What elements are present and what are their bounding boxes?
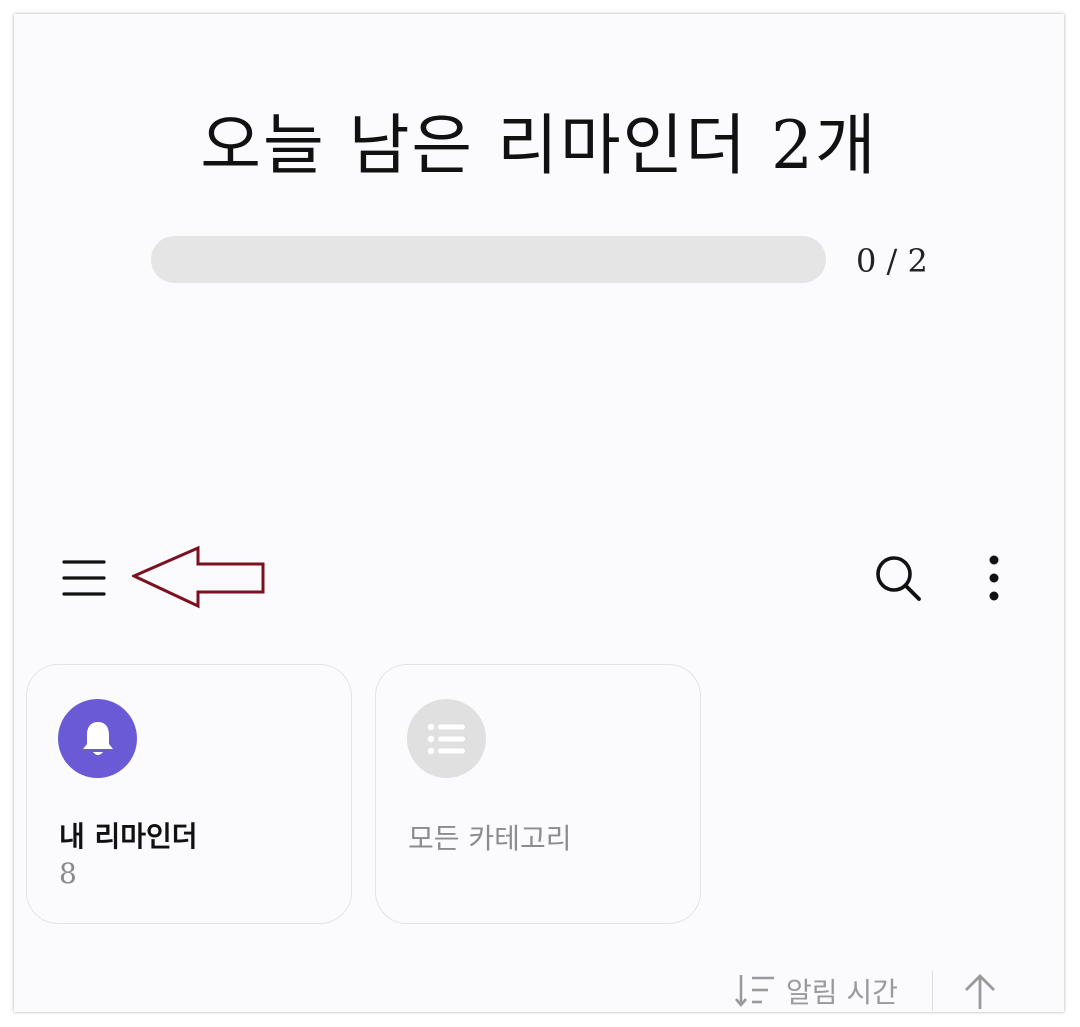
sort-direction-button[interactable] [963,972,997,1010]
bell-icon [82,721,113,755]
hamburger-menu-icon [62,560,106,596]
progress-count: 0 / 2 [856,242,928,280]
bell-icon-badge [58,699,137,778]
left-arrow-annotation [132,546,265,609]
search-button[interactable] [866,546,930,610]
app-window: 오늘 남은 리마인더 2개 0 / 2 내 리마인더 8 모든 카테고리 알림 … [14,14,1064,1012]
page-title: 오늘 남은 리마인더 2개 [200,107,878,184]
category-label: 모든 카테고리 [408,822,572,855]
more-vertical-icon [989,555,999,601]
category-count: 8 [59,857,77,890]
arrow-up-icon [964,974,995,1009]
divider [931,971,933,1011]
category-label: 내 리마인더 [59,820,198,853]
list-icon-badge [407,699,486,778]
category-card-my-reminders[interactable]: 내 리마인더 8 [26,664,352,924]
sort-bar: 알림 시간 [734,969,997,1012]
sort-label: 알림 시간 [786,976,898,1009]
category-card-all-categories[interactable]: 모든 카테고리 [375,664,701,924]
list-icon [427,723,465,754]
sort-by-button[interactable]: 알림 시간 [734,971,898,1011]
more-options-button[interactable] [962,546,1026,610]
sort-icon [735,975,774,1008]
menu-button[interactable] [52,546,116,610]
progress-bar [151,236,826,283]
search-icon [876,556,921,601]
